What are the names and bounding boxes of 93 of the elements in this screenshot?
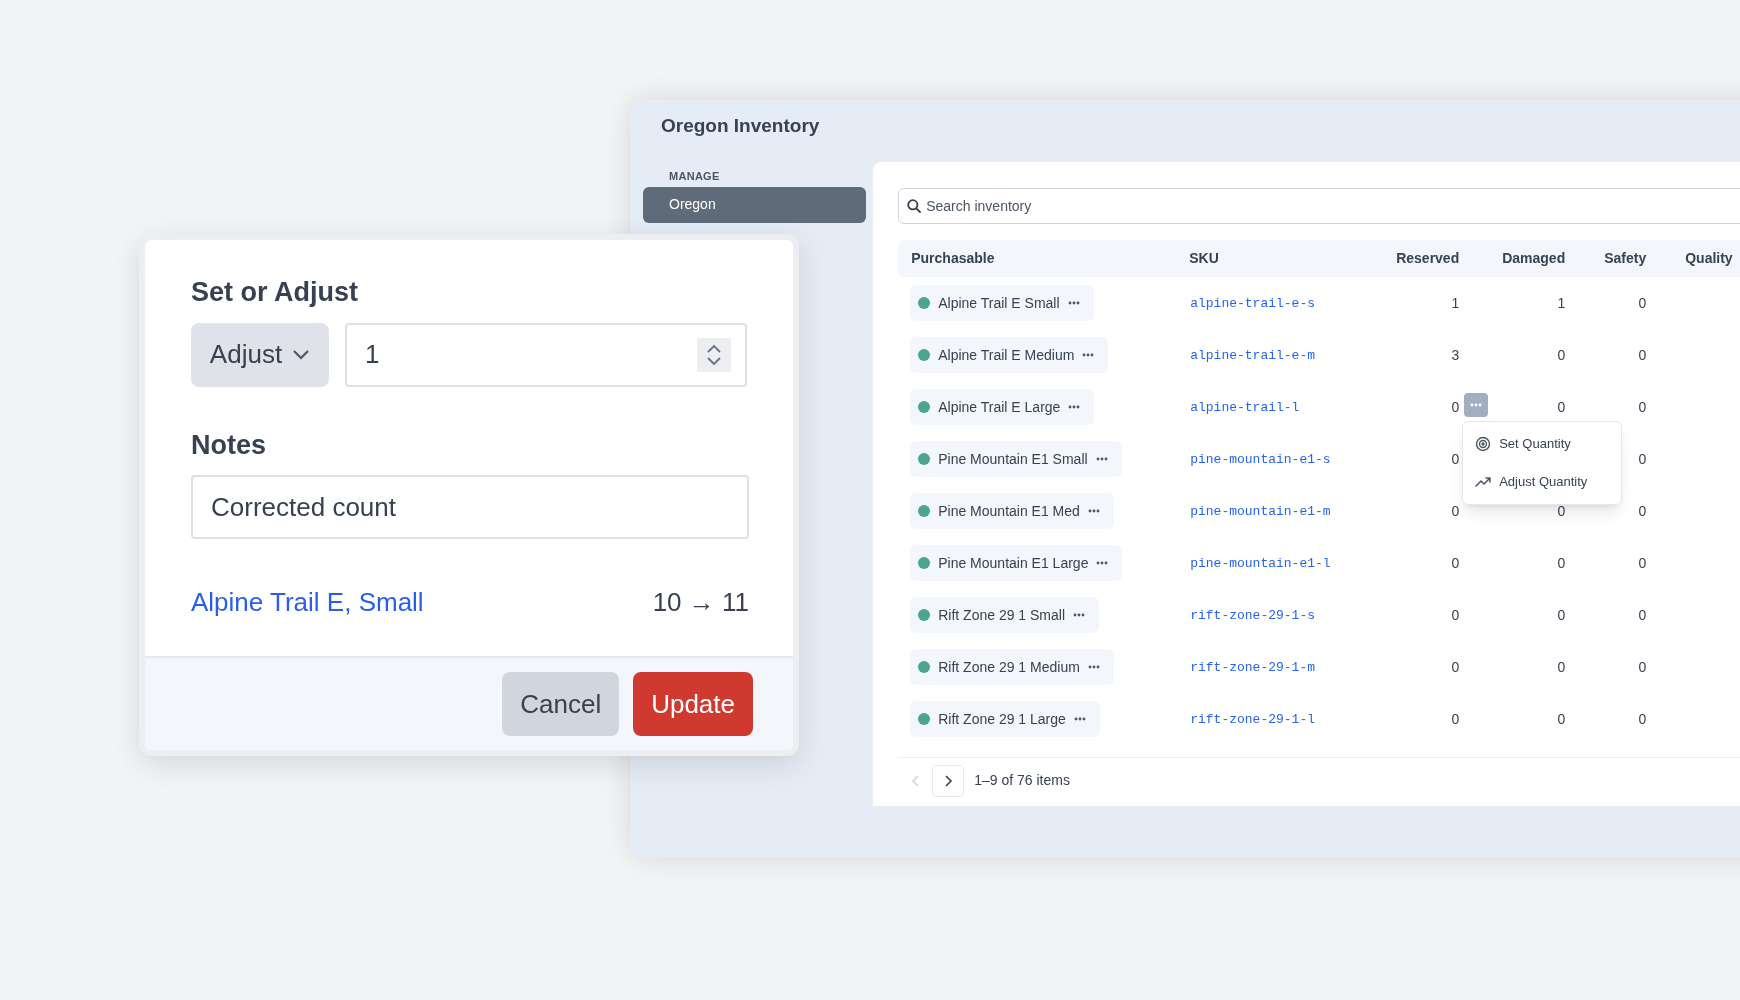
- table-cell-text: 1: [1557, 293, 1566, 313]
- row-actions-button[interactable]: [1464, 392, 1489, 417]
- product-name: Rift Zone 29 1 Medium: [938, 657, 1080, 677]
- menu-item[interactable]: Adjust Quantity: [1463, 462, 1622, 501]
- table-cell-text: 0: [1557, 657, 1566, 677]
- table-cell-text: 0: [1638, 553, 1647, 573]
- chevron-right-icon: [943, 774, 954, 787]
- sku-link[interactable]: pine-mountain-e1-s: [1190, 452, 1331, 468]
- product-name: Pine Mountain E1 Med: [938, 501, 1080, 521]
- more-icon: [1067, 301, 1080, 305]
- window-title: Oregon Inventory: [661, 116, 820, 136]
- more-icon: [1095, 457, 1108, 461]
- more-icon: [1073, 717, 1086, 721]
- product-chip[interactable]: Pine Mountain E1 Small: [910, 441, 1122, 477]
- pagination-summary: 1–9 of 76 items: [974, 771, 1070, 790]
- table-cell-text: 0: [1638, 709, 1647, 729]
- more-icon: [1470, 402, 1483, 407]
- sku-link[interactable]: pine-mountain-e1-m: [1190, 504, 1331, 520]
- table-cell-text: 0: [1451, 553, 1460, 573]
- sku-link[interactable]: rift-zone-29-1-s: [1190, 608, 1316, 624]
- sku-link[interactable]: alpine-trail-e-m: [1190, 348, 1316, 364]
- table-cell-text: 0: [1451, 605, 1460, 625]
- more-icon: [1087, 665, 1100, 669]
- table-cell-text: 0: [1557, 397, 1566, 417]
- column-header: Reserved: [1396, 249, 1460, 268]
- table-cell-text: 0: [1557, 709, 1566, 729]
- table-cell-text: 0: [1638, 605, 1647, 625]
- sidebar-item[interactable]: Oregon: [643, 186, 866, 223]
- product-chip[interactable]: Rift Zone 29 1 Small: [910, 597, 1100, 633]
- product-chip[interactable]: Alpine Trail E Small: [910, 285, 1094, 321]
- quantity-change: 10 → 11: [652, 586, 749, 619]
- more-icon: [1082, 353, 1095, 357]
- column-header: Quality: [1685, 250, 1733, 266]
- product-chip[interactable]: Pine Mountain E1 Large: [910, 545, 1123, 581]
- column-header: Safety: [1604, 249, 1647, 268]
- table-cell-text: 1: [1451, 293, 1460, 313]
- column-header: Purchasable: [911, 250, 995, 266]
- table-cell-text: 0: [1451, 397, 1460, 417]
- update-button[interactable]: Update: [633, 672, 753, 736]
- next-page-button[interactable]: [932, 764, 965, 797]
- menu-item[interactable]: Set Quantity: [1463, 424, 1622, 463]
- sku-link[interactable]: rift-zone-29-1-l: [1190, 712, 1316, 728]
- column-header: Damaged: [1502, 249, 1566, 268]
- table-cell-text: 0: [1557, 345, 1566, 365]
- table-cell-text: 0: [1451, 449, 1460, 469]
- search-icon: [907, 199, 922, 213]
- trend-up-icon: [1475, 475, 1492, 488]
- more-icon: [1073, 613, 1086, 617]
- product-name: Alpine Trail E Large: [938, 397, 1061, 417]
- table-cell-text: 0: [1451, 501, 1460, 521]
- product-name: Rift Zone 29 1 Large: [938, 709, 1066, 729]
- cancel-button[interactable]: Cancel: [502, 672, 620, 736]
- product-name: Pine Mountain E1 Small: [938, 449, 1088, 469]
- notes-field[interactable]: Corrected count: [191, 475, 749, 539]
- more-icon: [1096, 561, 1109, 565]
- product-chip[interactable]: Rift Zone 29 1 Medium: [910, 649, 1114, 685]
- table-cell-text: 0: [1557, 605, 1566, 625]
- product-chip[interactable]: Pine Mountain E1 Med: [910, 493, 1114, 529]
- table-cell-text: 0: [1638, 397, 1647, 417]
- more-icon: [1087, 509, 1100, 513]
- table-cell-text: 0: [1638, 657, 1647, 677]
- table-cell-text: 0: [1638, 345, 1647, 365]
- more-icon: [1068, 405, 1081, 409]
- target-icon: [1475, 435, 1492, 452]
- product-name: Alpine Trail E Small: [938, 293, 1060, 313]
- product-name: Rift Zone 29 1 Small: [938, 605, 1066, 625]
- notes-label: Notes: [191, 428, 266, 462]
- table-cell-text: 0: [1451, 709, 1460, 729]
- sidebar-heading: MANAGE: [669, 169, 720, 184]
- sku-link[interactable]: pine-mountain-e1-l: [1190, 556, 1331, 572]
- amount-field[interactable]: 1: [345, 322, 747, 387]
- product-chip[interactable]: Alpine Trail E Medium: [910, 337, 1109, 373]
- chevron-down-icon: [292, 348, 311, 361]
- table-cell-text: 0: [1638, 293, 1647, 313]
- table-cell-text: 0: [1557, 501, 1566, 521]
- table-cell-text: 3: [1451, 345, 1460, 365]
- table-cell-text: 0: [1638, 501, 1647, 521]
- sku-link[interactable]: alpine-trail-l: [1190, 400, 1300, 416]
- search-field[interactable]: Search inventory: [898, 188, 1740, 224]
- sku-link[interactable]: rift-zone-29-1-m: [1190, 660, 1316, 676]
- sku-link[interactable]: alpine-trail-e-s: [1190, 296, 1316, 312]
- item-link[interactable]: Alpine Trail E, Small: [191, 583, 424, 622]
- product-chip[interactable]: Alpine Trail E Large: [910, 389, 1095, 425]
- table-cell-text: 0: [1557, 553, 1566, 573]
- mode-select[interactable]: Adjust: [191, 322, 329, 387]
- table-cell-text: 0: [1451, 657, 1460, 677]
- product-name: Pine Mountain E1 Large: [938, 553, 1089, 573]
- table-cell-text: 0: [1638, 449, 1647, 469]
- product-name: Alpine Trail E Medium: [938, 345, 1075, 365]
- stepper-icon[interactable]: [697, 337, 731, 372]
- column-header: SKU: [1189, 250, 1219, 266]
- product-chip[interactable]: Rift Zone 29 1 Large: [910, 701, 1100, 737]
- dialog-title: Set or Adjust: [191, 276, 358, 309]
